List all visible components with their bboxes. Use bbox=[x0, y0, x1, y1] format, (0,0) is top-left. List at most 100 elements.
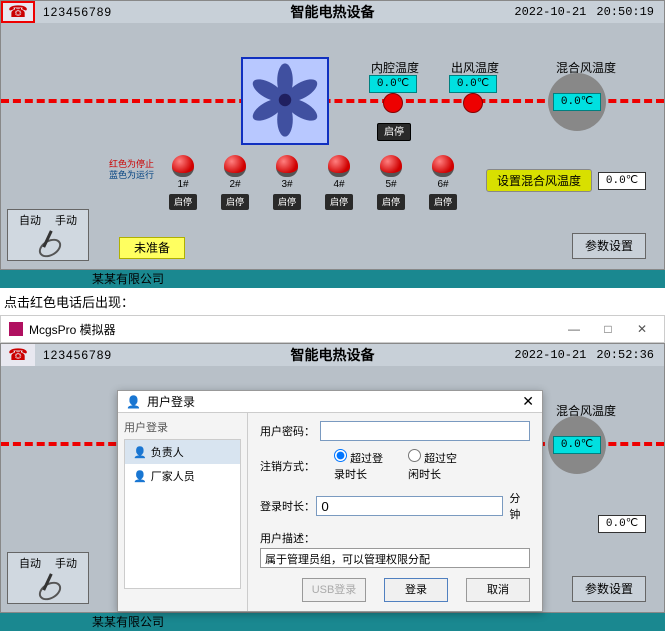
heater-label: 3# bbox=[281, 179, 292, 190]
radio-input[interactable] bbox=[334, 449, 347, 462]
fan-toggle-button[interactable]: 启停 bbox=[377, 123, 411, 141]
outlet-sensor-icon bbox=[463, 93, 483, 113]
cavity-sensor-icon bbox=[383, 93, 403, 113]
heater-3: 3# 启停 bbox=[273, 155, 301, 210]
user-list-header: 用户登录 bbox=[124, 419, 241, 435]
heater-6: 6#启停 bbox=[429, 155, 457, 210]
mode-switch-box: 自动 手动 bbox=[7, 552, 89, 604]
radio-login-duration[interactable]: 超过登录时长 bbox=[334, 449, 394, 482]
bulb-icon bbox=[380, 155, 402, 177]
heater-2: 2# 启停 bbox=[221, 155, 249, 210]
mode-auto-label: 自动 bbox=[19, 555, 41, 571]
user-icon: 👤 bbox=[126, 395, 141, 409]
maximize-button[interactable]: □ bbox=[594, 322, 622, 336]
instruction-caption: 点击红色电话后出现： bbox=[4, 292, 665, 311]
dialog-titlebar: 👤 用户登录 ✕ bbox=[118, 391, 542, 413]
heater-toggle-button[interactable]: 启停 bbox=[325, 194, 353, 210]
mode-switch-box: 自动 手动 bbox=[7, 209, 89, 261]
minimize-button[interactable]: — bbox=[560, 322, 588, 336]
fan-display bbox=[241, 57, 329, 145]
phone-number: 123456789 bbox=[43, 5, 112, 19]
outlet-temp-value: 0.0℃ bbox=[449, 75, 497, 93]
duration-input[interactable] bbox=[316, 496, 503, 516]
mode-switch[interactable] bbox=[28, 230, 68, 260]
app-title: 智能电热设备 bbox=[291, 2, 375, 22]
set-mix-temp-input[interactable]: 0.0℃ bbox=[598, 515, 646, 533]
set-mix-temp-label: 设置混合风温度 bbox=[486, 169, 592, 192]
dialog-button-row: USB登录 登录 取消 bbox=[260, 578, 530, 602]
time-display: 20:50:19 bbox=[596, 5, 654, 19]
user-item-factory[interactable]: 👤 厂家人员 bbox=[125, 464, 240, 488]
user-desc-value: 属于管理员组，可以管理权限分配 bbox=[260, 548, 530, 568]
phone-button[interactable]: ☎ bbox=[1, 1, 35, 23]
bulb-icon bbox=[276, 155, 298, 177]
password-input[interactable] bbox=[320, 421, 530, 441]
mode-switch[interactable] bbox=[28, 573, 68, 603]
set-mix-temp-row: 设置混合风温度 0.0℃ bbox=[486, 169, 646, 192]
heater-label: 1# bbox=[177, 179, 188, 190]
radio-input[interactable] bbox=[408, 449, 421, 462]
user-item-label: 负责人 bbox=[151, 444, 184, 460]
date-display: 2022-10-21 bbox=[514, 5, 586, 19]
user-item-label: 厂家人员 bbox=[151, 468, 195, 484]
heater-lights-row: 1# 启停 2# 启停 3# 启停 4# 启停 5# 启停 6#启停 bbox=[169, 155, 457, 210]
mix-temp-value: 0.0℃ bbox=[553, 93, 601, 111]
heater-toggle-button[interactable]: 启停 bbox=[273, 194, 301, 210]
user-list: 👤 负责人 👤 厂家人员 bbox=[124, 439, 241, 589]
dialog-title: 用户登录 bbox=[147, 393, 195, 410]
logout-mode-label: 注销方式： bbox=[260, 458, 320, 474]
bulb-icon bbox=[328, 155, 350, 177]
radio-idle-duration[interactable]: 超过空闲时长 bbox=[408, 449, 468, 482]
heater-toggle-button[interactable]: 启停 bbox=[429, 194, 457, 210]
usb-login-button[interactable]: USB登录 bbox=[302, 578, 366, 602]
cancel-button[interactable]: 取消 bbox=[466, 578, 530, 602]
footer-bar: 某某有限公司 bbox=[0, 613, 665, 631]
mix-temp-value: 0.0℃ bbox=[553, 436, 601, 454]
heater-label: 2# bbox=[229, 179, 240, 190]
outlet-temp-label: 出风温度 bbox=[451, 59, 499, 76]
legend-red: 红色为停止 bbox=[109, 159, 154, 170]
legend-blue: 蓝色为运行 bbox=[109, 170, 154, 181]
password-label: 用户密码： bbox=[260, 423, 320, 439]
login-dialog: 👤 用户登录 ✕ 用户登录 👤负责人 👤厂家人员 用户密码： 注销方式： 超过 bbox=[117, 390, 543, 612]
mix-temp-gauge: 0.0℃ bbox=[548, 416, 606, 474]
phone-icon: ☎ bbox=[8, 345, 28, 365]
param-settings-button[interactable]: 参数设置 bbox=[572, 576, 646, 602]
cavity-temp-label: 内腔温度 bbox=[371, 59, 419, 76]
dialog-body: 用户登录 👤 负责人 👤 厂家人员 用户密码： 注销方式： 超过登录时长 超过空闲时… bbox=[118, 413, 542, 611]
param-settings-button[interactable]: 参数设置 bbox=[572, 233, 646, 259]
mode-auto-label: 自动 bbox=[19, 212, 41, 228]
heater-label: 4# bbox=[333, 179, 344, 190]
main-panel-1: ☎ 123456789 智能电热设备 2022-10-21 20:50:19 启… bbox=[0, 0, 665, 270]
close-button[interactable]: ✕ bbox=[628, 322, 656, 336]
simulator-titlebar: McgsPro 模拟器 — □ ✕ bbox=[0, 315, 665, 343]
person-icon: 👤 bbox=[133, 446, 147, 459]
heater-4: 4# 启停 bbox=[325, 155, 353, 210]
heater-toggle-button[interactable]: 启停 bbox=[169, 194, 197, 210]
duration-unit: 分钟 bbox=[509, 490, 530, 522]
fan-icon bbox=[246, 61, 324, 142]
app-title: 智能电热设备 bbox=[291, 345, 375, 365]
heater-toggle-button[interactable]: 启停 bbox=[221, 194, 249, 210]
phone-icon: ☎ bbox=[8, 2, 28, 22]
set-mix-temp-input[interactable]: 0.0℃ bbox=[598, 172, 646, 190]
top-bar: ☎ 123456789 智能电热设备 2022-10-21 20:52:36 bbox=[1, 344, 664, 366]
cavity-temp-value: 0.0℃ bbox=[369, 75, 417, 93]
heater-toggle-button[interactable]: 启停 bbox=[377, 194, 405, 210]
time-display: 20:52:36 bbox=[596, 348, 654, 362]
user-item-manager[interactable]: 👤 负责人 bbox=[125, 440, 240, 464]
login-button[interactable]: 登录 bbox=[384, 578, 448, 602]
user-list-panel: 用户登录 👤 负责人 👤 厂家人员 bbox=[118, 413, 248, 611]
heater-label: 5# bbox=[385, 179, 396, 190]
person-icon: 👤 bbox=[133, 470, 147, 483]
dialog-close-button[interactable]: ✕ bbox=[522, 393, 534, 410]
phone-button[interactable]: ☎ bbox=[1, 344, 35, 366]
date-display: 2022-10-21 bbox=[514, 348, 586, 362]
mode-manual-label: 手动 bbox=[55, 555, 77, 571]
top-bar: ☎ 123456789 智能电热设备 2022-10-21 20:50:19 bbox=[1, 1, 664, 23]
ready-status: 未准备 bbox=[119, 237, 185, 259]
mode-manual-label: 手动 bbox=[55, 212, 77, 228]
phone-number: 123456789 bbox=[43, 348, 112, 362]
status-legend: 红色为停止 蓝色为运行 bbox=[109, 159, 154, 181]
bulb-icon bbox=[172, 155, 194, 177]
